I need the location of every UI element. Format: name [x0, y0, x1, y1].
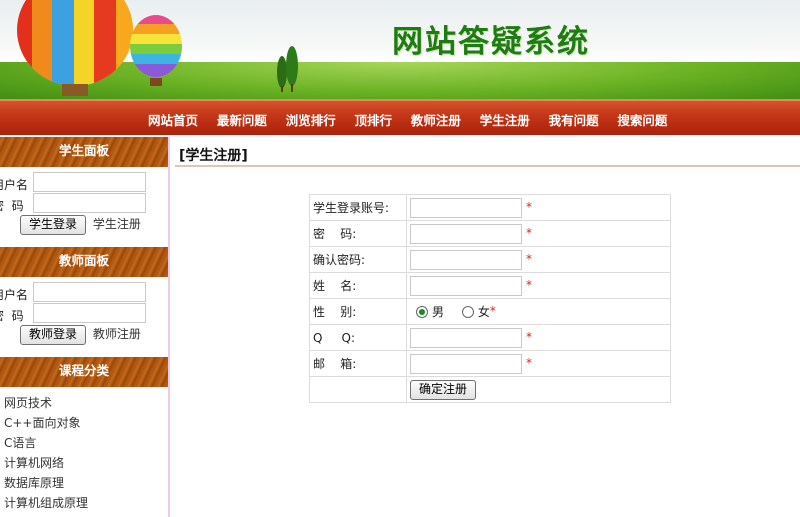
form-row-password: 密 码: *: [309, 220, 671, 247]
form-row-name: 姓 名: *: [309, 272, 671, 299]
nav-item-home[interactable]: 网站首页: [148, 110, 198, 129]
gender-female-label: 女: [477, 305, 490, 319]
submit-register-button[interactable]: 确定注册: [410, 379, 477, 400]
student-register-link[interactable]: 学生注册: [93, 217, 141, 231]
gender-female-radio[interactable]: [461, 305, 474, 318]
teacher-password-input[interactable]: [33, 303, 146, 323]
form-row-confirm: 确认密码: *: [309, 246, 671, 273]
main-content: [学生注册] 学生登录账号: * 密 码: * 确认密码: * 姓 名: * 性…: [175, 137, 800, 517]
form-row-qq: Q Q: *: [309, 324, 671, 351]
nav-item-browse-rank[interactable]: 浏览排行: [286, 110, 336, 129]
nav-item-top-rank[interactable]: 顶排行: [355, 110, 393, 129]
teacher-panel-title: 教师面板: [0, 247, 168, 277]
course-list: 网页技术 C++面向对象 C语言 计算机网络 数据库原理 计算机组成原理: [0, 387, 168, 513]
title-divider: [175, 165, 800, 167]
gender-label: 性 别:: [309, 298, 407, 325]
password-label: 密 码:: [309, 220, 407, 247]
qq-label: Q Q:: [309, 324, 407, 351]
student-username-label: 用户名: [0, 178, 29, 192]
account-label: 学生登录账号:: [309, 194, 407, 221]
form-row-gender: 性 别: 男 女*: [309, 298, 671, 325]
form-row-account: 学生登录账号: *: [309, 194, 671, 221]
required-mark: *: [526, 330, 532, 344]
site-title: 网站答疑系统: [392, 24, 590, 60]
qq-input[interactable]: [410, 327, 522, 348]
student-username-input[interactable]: [33, 172, 146, 192]
required-mark: *: [526, 252, 532, 266]
student-panel-title: 学生面板: [0, 137, 168, 167]
course-item[interactable]: C++面向对象: [4, 413, 168, 433]
teacher-password-label: 密 码: [0, 309, 24, 323]
confirm-password-input[interactable]: [410, 249, 522, 270]
required-mark: *: [526, 200, 532, 214]
page-title: [学生注册]: [179, 148, 248, 164]
required-mark: *: [526, 226, 532, 240]
teacher-username-input[interactable]: [33, 282, 146, 302]
form-row-submit: 确定注册: [309, 376, 671, 403]
teacher-register-link[interactable]: 教师注册: [93, 327, 141, 341]
teacher-username-label: 用户名: [0, 288, 29, 302]
course-panel-title: 课程分类: [0, 357, 168, 387]
tree-icon: [277, 46, 298, 92]
confirm-password-label: 确认密码:: [309, 246, 407, 273]
nav-item-teacher-register[interactable]: 教师注册: [411, 110, 461, 129]
form-row-email: 邮 箱: *: [309, 350, 671, 377]
student-login-form: 用户名 密 码 学生登录 学生注册: [0, 167, 168, 247]
course-item[interactable]: 数据库原理: [4, 473, 168, 493]
password-input[interactable]: [410, 223, 522, 244]
required-mark: *: [526, 356, 532, 370]
nav-item-latest[interactable]: 最新问题: [217, 110, 267, 129]
hot-air-balloon-icon: [17, 0, 133, 96]
course-item[interactable]: C语言: [4, 433, 168, 453]
course-item[interactable]: 计算机组成原理: [4, 493, 168, 513]
student-login-button[interactable]: 学生登录: [20, 215, 87, 235]
student-password-label: 密 码: [0, 199, 24, 213]
teacher-login-button[interactable]: 教师登录: [20, 325, 87, 345]
rainbow-balloon-icon: [130, 15, 182, 86]
site-banner: 网站答疑系统: [0, 0, 800, 100]
email-input[interactable]: [410, 353, 522, 374]
student-password-input[interactable]: [33, 193, 146, 213]
email-label: 邮 箱:: [309, 350, 407, 377]
account-input[interactable]: [410, 197, 522, 218]
name-label: 姓 名:: [309, 272, 407, 299]
nav-item-student-register[interactable]: 学生注册: [480, 110, 530, 129]
name-input[interactable]: [410, 275, 522, 296]
gender-male-radio[interactable]: [416, 305, 428, 318]
gender-male-label: 男: [432, 305, 445, 319]
course-item[interactable]: 计算机网络: [4, 453, 168, 473]
nav-item-ask-question[interactable]: 我有问题: [549, 110, 599, 129]
required-mark: *: [489, 304, 496, 318]
required-mark: *: [526, 278, 532, 292]
course-item[interactable]: 网页技术: [4, 393, 168, 413]
teacher-login-form: 用户名 密 码 教师登录 教师注册: [0, 277, 168, 357]
student-register-form: 学生登录账号: * 密 码: * 确认密码: * 姓 名: * 性 别: 男 女…: [309, 194, 671, 403]
nav-item-search[interactable]: 搜索问题: [617, 110, 667, 129]
main-nav: 网站首页 最新问题 浏览排行 顶排行 教师注册 学生注册 我有问题 搜索问题: [0, 99, 800, 135]
sidebar: 学生面板 用户名 密 码 学生登录 学生注册 教师面板 用户名 密 码 教师登录…: [0, 137, 170, 517]
